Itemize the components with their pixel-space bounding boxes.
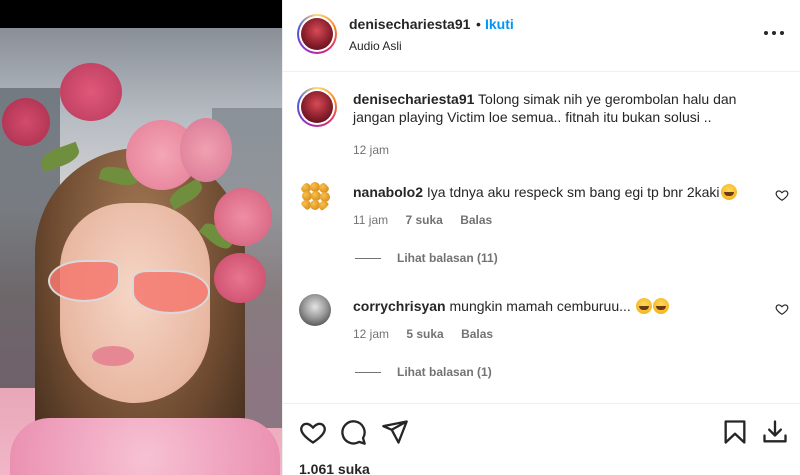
comment-heart-icon[interactable] [775,188,789,202]
comment-body: Iya tdnya aku respeck sm bang egi tp bnr… [423,184,720,200]
photo-lips [92,346,134,366]
commenter-username[interactable]: nanabolo2 [353,184,423,200]
comment-body: mungkin mamah cemburuu... [445,298,635,314]
laughing-emoji-icon [720,184,737,200]
photo-sunglasses-left [48,260,120,302]
comment-meta: 11 jam 7 suka Balas [353,213,506,227]
comment-text: nanabolo2 Iya tdnya aku respeck sm bang … [353,183,763,201]
comment-icon[interactable] [339,418,367,446]
caption-timestamp[interactable]: 12 jam [353,143,389,157]
heart-icon[interactable] [299,418,327,446]
caption-avatar-image [301,91,333,123]
separator-dot: • [476,16,481,32]
photo-rose [214,188,272,246]
replies-divider-line [355,372,381,374]
photo-rose [180,118,232,182]
author-username[interactable]: denisechariesta91 [349,16,470,32]
comment-timestamp[interactable]: 12 jam [353,327,389,341]
comments-list[interactable]: denisechariesta91 Tolong simak nih ye ge… [283,73,800,403]
author-avatar-image [301,18,333,50]
commenter-avatar[interactable] [299,294,331,326]
more-options-icon[interactable] [763,23,785,43]
bookmark-icon[interactable] [721,418,749,446]
photo-dress [10,418,280,475]
commenter-avatar[interactable] [299,180,331,212]
post-photo [0,28,282,475]
audio-label[interactable]: Audio Asli [349,39,402,53]
photo-rose [60,63,122,121]
post-actions-bar: 1.061 suka [283,403,800,475]
caption-avatar[interactable] [297,87,337,127]
reply-button[interactable]: Balas [460,213,492,227]
replies-divider-line [355,258,381,260]
photo-rose [214,253,266,303]
share-icon[interactable] [381,418,409,446]
reply-button[interactable]: Balas [461,327,493,341]
laughing-emoji-icon [652,298,669,314]
view-replies-label: Lihat balasan (1) [397,365,492,379]
view-replies-button[interactable]: Lihat balasan (11) [355,251,498,265]
view-replies-label: Lihat balasan (11) [397,251,498,265]
comment-text: corrychrisyan mungkin mamah cemburuu... [353,297,763,315]
view-replies-button[interactable]: Lihat balasan (1) [355,365,492,379]
post-media[interactable] [0,0,282,475]
download-icon[interactable] [761,418,789,446]
post-header: denisechariesta91 • Ikuti Audio Asli [283,0,800,72]
comment-heart-icon[interactable] [775,302,789,316]
photo-rose [2,98,50,146]
follow-button[interactable]: Ikuti [485,16,514,32]
caption-username[interactable]: denisechariesta91 [353,91,474,107]
author-avatar[interactable] [297,14,337,54]
caption-text: denisechariesta91 Tolong simak nih ye ge… [353,90,753,126]
post-likes-count[interactable]: 1.061 suka [299,461,370,475]
laughing-emoji-icon [635,298,652,314]
comment-meta: 12 jam 5 suka Balas [353,327,507,341]
comment-timestamp[interactable]: 11 jam [353,213,388,227]
photo-sunglasses-right [132,270,210,314]
post-side-panel: denisechariesta91 • Ikuti Audio Asli den… [282,0,800,475]
comment-likes[interactable]: 5 suka [406,327,443,341]
comment-likes[interactable]: 7 suka [405,213,442,227]
commenter-username[interactable]: corrychrisyan [353,298,446,314]
